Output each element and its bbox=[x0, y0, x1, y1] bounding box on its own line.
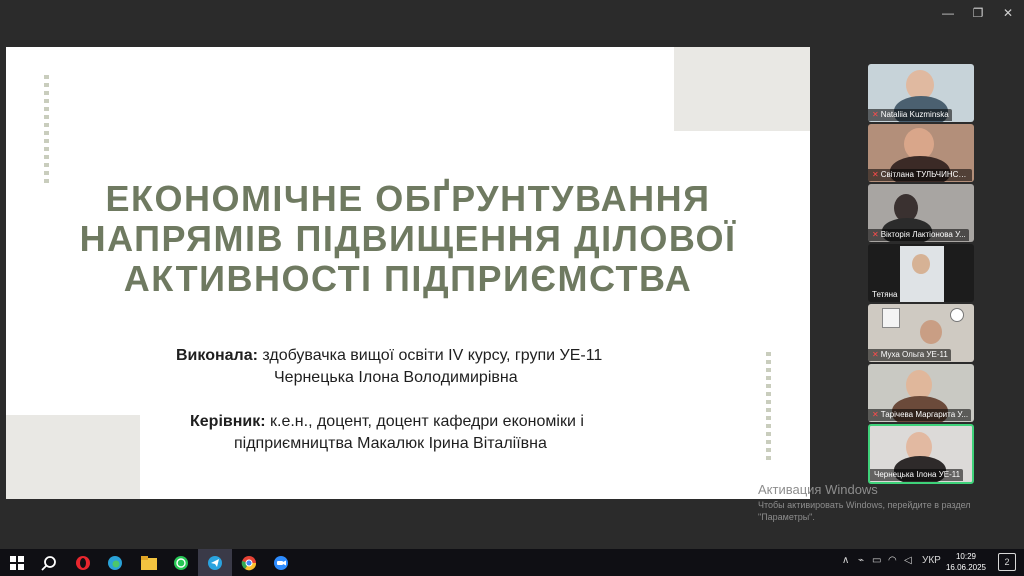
participant-name: Чернецька Ілона УЕ-11 bbox=[874, 470, 961, 479]
telegram-icon[interactable] bbox=[198, 549, 232, 576]
clock-time: 10:29 bbox=[955, 552, 976, 561]
activation-watermark-text: Чтобы активировать Windows, перейдите в … bbox=[758, 500, 971, 522]
supervisor-info: Керівник: к.е.н., доцент, доцент кафедри… bbox=[190, 411, 584, 455]
participant-name: Світлана ТУЛЬЧИНСЬ... bbox=[880, 170, 971, 179]
close-button[interactable]: ✕ bbox=[998, 6, 1018, 20]
participant-tile[interactable]: ✕ Тарічева Маргарита У... bbox=[868, 364, 974, 422]
slide-title-line: АКТИВНОСТІ ПІДПРИЄМСТВА bbox=[123, 258, 693, 299]
volume-icon[interactable]: ◁ bbox=[904, 555, 912, 566]
supervisor-line1: к.е.н., доцент, доцент кафедри економіки… bbox=[265, 413, 584, 430]
battery-icon[interactable]: ▭ bbox=[872, 555, 881, 566]
slide-title-line: НАПРЯМІВ ПІДВИЩЕННЯ ДІЛОВОЇ bbox=[79, 218, 737, 259]
wifi-icon[interactable]: ◠ bbox=[888, 555, 897, 566]
restore-button[interactable]: ❐ bbox=[968, 6, 988, 20]
participant-name: Вікторія Лактіонова У... bbox=[880, 230, 966, 239]
decorative-dots bbox=[44, 75, 49, 183]
clock[interactable]: 10:29 16.06.2025 bbox=[946, 551, 986, 573]
muted-mic-icon: ✕ bbox=[872, 410, 879, 419]
decorative-rectangle bbox=[674, 47, 810, 131]
activation-watermark-title: Активация Windows bbox=[758, 482, 878, 497]
taskbar: ∧ ⌁ ▭ ◠ ◁ УКР 10:29 16.06.2025 2 bbox=[0, 549, 1024, 576]
participant-tile[interactable]: Тетяна bbox=[868, 244, 974, 302]
language-indicator[interactable]: УКР bbox=[922, 555, 941, 566]
clock-date: 16.06.2025 bbox=[945, 563, 986, 572]
author-info: Виконала: здобувачка вищої освіти IV кур… bbox=[176, 345, 602, 389]
notification-count: 2 bbox=[1004, 557, 1010, 567]
shared-slide: ЕКОНОМІЧНЕ ОБҐРУНТУВАННЯ НАПРЯМІВ ПІДВИЩ… bbox=[6, 47, 810, 499]
edge-icon[interactable] bbox=[100, 549, 130, 576]
author-line1: здобувачка вищої освіти IV курсу, групи … bbox=[257, 347, 603, 364]
network-icon[interactable]: ⌁ bbox=[858, 555, 864, 566]
participant-video bbox=[882, 308, 900, 328]
slide-title: ЕКОНОМІЧНЕ ОБҐРУНТУВАННЯ НАПРЯМІВ ПІДВИЩ… bbox=[6, 179, 810, 299]
chevron-up-icon[interactable]: ∧ bbox=[842, 555, 849, 566]
muted-mic-icon: ✕ bbox=[872, 110, 879, 119]
whatsapp-icon[interactable] bbox=[166, 549, 196, 576]
muted-mic-icon: ✕ bbox=[872, 170, 879, 179]
participant-name: Тетяна bbox=[872, 290, 898, 299]
participant-tile[interactable]: ✕ Муха Ольга УЕ-11 bbox=[868, 304, 974, 362]
author-label: Виконала: bbox=[176, 347, 258, 364]
supervisor-line2: підприємництва Макалюк Ірина Віталіївна bbox=[234, 435, 547, 452]
windows-start-icon[interactable] bbox=[2, 549, 32, 576]
participant-tile[interactable]: ✕ Світлана ТУЛЬЧИНСЬ... bbox=[868, 124, 974, 182]
search-icon[interactable] bbox=[34, 549, 64, 576]
participant-name: Nataliia Kuzminska bbox=[880, 110, 949, 119]
participant-name: Муха Ольга УЕ-11 bbox=[880, 350, 948, 359]
participant-tile[interactable]: ✕ Вікторія Лактіонова У... bbox=[868, 184, 974, 242]
decorative-rectangle bbox=[6, 415, 140, 499]
file-explorer-icon[interactable] bbox=[134, 549, 164, 576]
chrome-icon[interactable] bbox=[234, 549, 264, 576]
participant-video bbox=[912, 254, 930, 274]
participant-name: Тарічева Маргарита У... bbox=[880, 410, 969, 419]
slide-title-line: ЕКОНОМІЧНЕ ОБҐРУНТУВАННЯ bbox=[105, 178, 711, 219]
participant-video bbox=[920, 320, 942, 344]
minimize-button[interactable]: — bbox=[938, 6, 958, 20]
zoom-icon[interactable] bbox=[266, 549, 296, 576]
participant-tile-active-speaker[interactable]: Чернецька Ілона УЕ-11 bbox=[868, 424, 974, 484]
supervisor-label: Керівник: bbox=[190, 413, 266, 430]
muted-mic-icon: ✕ bbox=[872, 350, 879, 359]
author-name: Чернецька Ілона Володимирівна bbox=[274, 369, 518, 386]
notifications-icon[interactable]: 2 bbox=[998, 553, 1016, 571]
opera-icon[interactable] bbox=[68, 549, 98, 576]
participant-video bbox=[950, 308, 964, 322]
participant-tile[interactable]: ✕ Nataliia Kuzminska bbox=[868, 64, 974, 122]
decorative-dots bbox=[766, 352, 771, 460]
muted-mic-icon: ✕ bbox=[872, 230, 879, 239]
